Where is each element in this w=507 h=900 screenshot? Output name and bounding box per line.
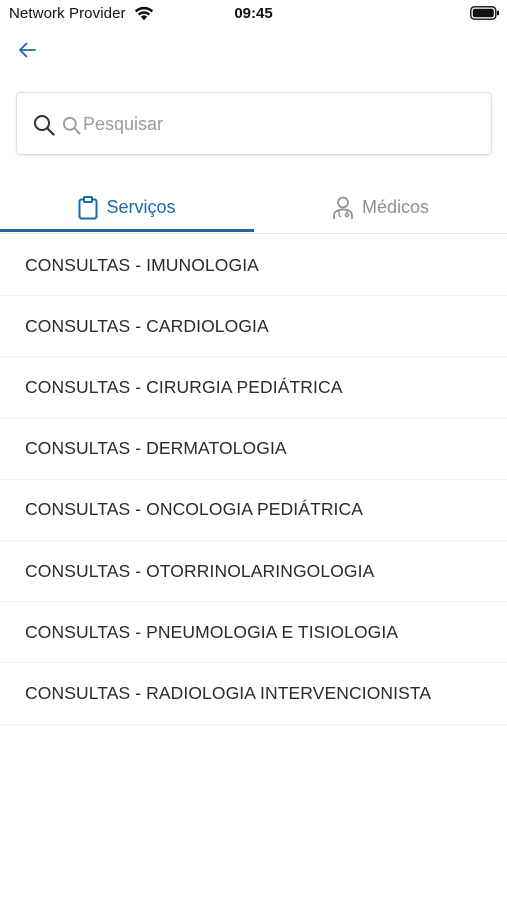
- service-item-pneumologia-tisiologia[interactable]: CONSULTAS - PNEUMOLOGIA E TISIOLOGIA: [0, 602, 507, 664]
- service-item-cirurgia-pediatrica[interactable]: CONSULTAS - CIRURGIA PEDIÁTRICA: [0, 357, 507, 419]
- battery-icon: [470, 6, 499, 20]
- service-item-dermatologia[interactable]: CONSULTAS - DERMATOLOGIA: [0, 419, 507, 480]
- search-input[interactable]: [83, 107, 473, 141]
- service-item-label: CONSULTAS - DERMATOLOGIA: [25, 438, 287, 459]
- tab-medicos[interactable]: Médicos: [254, 182, 507, 233]
- back-button[interactable]: [13, 38, 41, 62]
- service-item-imunologia[interactable]: CONSULTAS - IMUNOLOGIA: [0, 235, 507, 297]
- service-item-label: CONSULTAS - CARDIOLOGIA: [25, 315, 269, 336]
- search-bar[interactable]: [16, 92, 492, 155]
- service-item-radiologia-intervencionista[interactable]: CONSULTAS - RADIOLOGIA INTERVENCIONISTA: [0, 663, 507, 725]
- service-item-otorrinolaringologia[interactable]: CONSULTAS - OTORRINOLARINGOLOGIA: [0, 541, 507, 603]
- screen: Network Provider 09:45 Pesquisar Serviço…: [0, 0, 507, 900]
- arrow-left-icon: [19, 42, 36, 58]
- search-placeholder-icon: [62, 116, 81, 135]
- tab-medicos-label: Médicos: [361, 197, 430, 217]
- service-item-label: CONSULTAS - ONCOLOGIA PEDIÁTRICA: [25, 499, 364, 520]
- service-item-label: CONSULTAS - RADIOLOGIA INTERVENCIONISTA: [25, 682, 432, 703]
- active-tab-indicator: [0, 229, 254, 232]
- service-item-label: CONSULTAS - CIRURGIA PEDIÁTRICA: [25, 376, 343, 397]
- status-time: 09:45: [234, 5, 273, 22]
- service-item-label: CONSULTAS - OTORRINOLARINGOLOGIA: [25, 560, 375, 581]
- status-bar: Network Provider 09:45: [0, 0, 507, 28]
- doctor-icon: [333, 196, 353, 219]
- search-icon: [34, 115, 55, 136]
- tab-servicos-label: Serviços: [106, 197, 176, 217]
- tab-servicos[interactable]: Serviços: [0, 182, 254, 233]
- tab-bar: Serviços Médicos: [0, 182, 507, 234]
- clipboard-icon: [78, 195, 98, 219]
- service-list: CONSULTAS - IMUNOLOGIA CONSULTAS - CARDI…: [0, 235, 507, 725]
- service-item-label: CONSULTAS - IMUNOLOGIA: [25, 254, 259, 275]
- service-item-label: CONSULTAS - PNEUMOLOGIA E TISIOLOGIA: [25, 621, 399, 642]
- service-item-cardiologia[interactable]: CONSULTAS - CARDIOLOGIA: [0, 296, 507, 358]
- service-item-oncologia-pediatrica[interactable]: CONSULTAS - ONCOLOGIA PEDIÁTRICA: [0, 480, 507, 541]
